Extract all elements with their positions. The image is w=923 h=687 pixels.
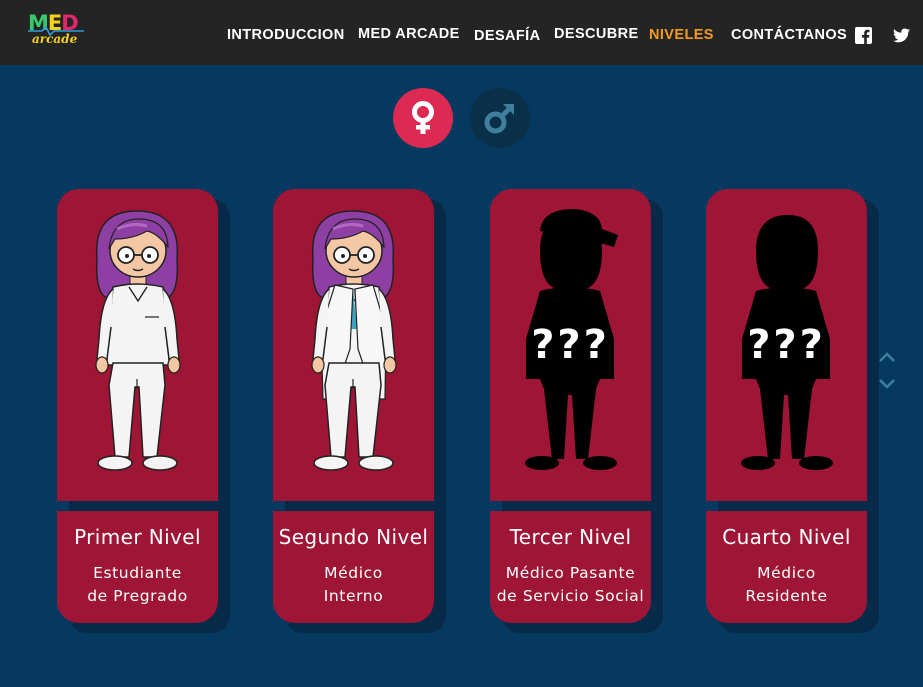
- level-subtitle-line: Interno: [323, 587, 384, 605]
- level-subtitle-line: Estudiante: [93, 564, 182, 582]
- level-title: Cuarto Nivel: [722, 525, 851, 549]
- nav-contactanos[interactable]: CONTÁCTANOS: [731, 27, 847, 43]
- level-subtitle-line: Médico: [757, 564, 816, 582]
- avatar-illustration: [311, 210, 397, 471]
- nav-introduccion[interactable]: INTRODUCCION: [227, 27, 345, 43]
- nav-descubre[interactable]: DESCUBRE: [554, 26, 639, 42]
- nav-med-arcade[interactable]: MED ARCADE: [358, 26, 460, 42]
- level-subtitle: Médico Residente: [706, 562, 867, 608]
- nav-niveles[interactable]: NIVELES: [649, 27, 714, 43]
- level-title: Tercer Nivel: [509, 525, 632, 549]
- male-toggle-button[interactable]: [470, 88, 530, 148]
- level-subtitle-line: de Servicio Social: [496, 587, 645, 605]
- level-title: Segundo Nivel: [278, 525, 429, 549]
- level-card-4[interactable]: ??? Cuarto Nivel Médico Residente: [706, 189, 879, 633]
- logo-subtitle: arcade: [32, 32, 78, 46]
- level-avatar-panel[interactable]: [57, 189, 218, 501]
- twitter-icon[interactable]: [893, 28, 910, 43]
- top-navbar: MED arcade INTRODUCCION MED ARCADE DESAF…: [0, 0, 923, 65]
- level-avatar-panel[interactable]: [273, 189, 434, 501]
- level-card-2[interactable]: Segundo Nivel Médico Interno: [273, 189, 446, 633]
- level-subtitle-line: Residente: [745, 587, 828, 605]
- scroll-down-chevron-icon[interactable]: [878, 378, 896, 390]
- level-subtitle: Médico Interno: [273, 562, 434, 608]
- mystery-label: ???: [531, 322, 610, 368]
- level-subtitle: Médico Pasante de Servicio Social: [490, 562, 651, 608]
- scroll-up-chevron-icon[interactable]: [878, 351, 896, 363]
- venus-icon: [412, 101, 434, 134]
- level-info-panel[interactable]: Tercer Nivel Médico Pasante de Servicio S…: [490, 511, 651, 623]
- level-info-panel[interactable]: Segundo Nivel Médico Interno: [273, 511, 434, 623]
- level-card-3[interactable]: ??? Tercer Nivel Médico Pasante de Servic…: [490, 189, 663, 633]
- nav-desafia[interactable]: DESAFÍA: [474, 28, 540, 44]
- avatar-illustration: [95, 210, 181, 471]
- level-card-1[interactable]: Primer Nivel Estudiante de Pregrado: [57, 189, 230, 633]
- level-subtitle: Estudiante de Pregrado: [57, 562, 218, 608]
- female-toggle-button[interactable]: [393, 88, 453, 148]
- level-info-panel[interactable]: Cuarto Nivel Médico Residente: [706, 511, 867, 623]
- level-subtitle-line: Médico Pasante: [505, 564, 636, 582]
- level-info-panel[interactable]: Primer Nivel Estudiante de Pregrado: [57, 511, 218, 623]
- med-arcade-logo[interactable]: MED arcade: [28, 12, 84, 54]
- level-avatar-panel[interactable]: ???: [706, 189, 867, 501]
- level-avatar-panel[interactable]: ???: [490, 189, 651, 501]
- mystery-label: ???: [747, 322, 826, 368]
- level-title: Primer Nivel: [74, 525, 201, 549]
- facebook-icon[interactable]: [855, 27, 872, 44]
- mars-icon: [484, 104, 514, 134]
- level-subtitle-line: Médico: [324, 564, 383, 582]
- level-subtitle-line: de Pregrado: [87, 587, 188, 605]
